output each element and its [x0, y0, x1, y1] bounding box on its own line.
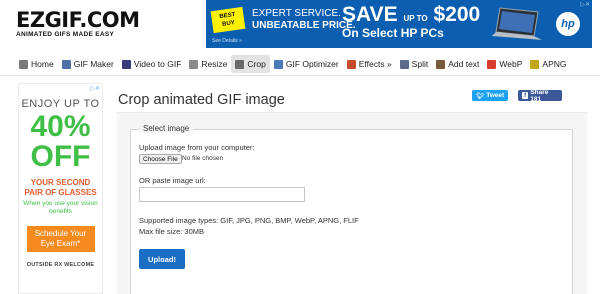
nav-item-video-to-gif[interactable]: Video to GIF [118, 55, 186, 73]
nav-item-split[interactable]: Split [396, 55, 433, 73]
ad-outside-text: OUTSIDE RX WELCOME [26, 262, 95, 268]
page-title: Crop animated GIF image [118, 92, 285, 108]
crop-icon [235, 59, 245, 69]
nav-item-gif-maker[interactable]: GIF Maker [58, 55, 118, 73]
twitter-icon: 🐦︎ [476, 92, 485, 100]
logo-tagline: ANIMATED GIFS MADE EASY [16, 31, 115, 38]
ad-on-select: On Select HP PCs [342, 26, 444, 40]
side-banner-ad[interactable]: ▷✕ ENJOY UP TO 40% OFF YOUR SECOND PAIR … [18, 83, 103, 294]
split-icon [399, 59, 409, 69]
nav-item-apng[interactable]: APNG [526, 55, 570, 73]
nav-item-label: APNG [542, 59, 567, 69]
ad-off: OFF [30, 140, 91, 173]
video-icon [121, 59, 131, 69]
apng-icon [530, 59, 540, 69]
nav-item-label: Home [31, 59, 54, 69]
supported-types-text: Supported image types: GIF, JPG, PNG, BM… [139, 216, 359, 225]
facebook-share-button[interactable]: f Share 181 [518, 88, 562, 103]
ad-pair-line: PAIR OF GLASSES [24, 188, 97, 197]
hp-logo: hp [556, 12, 580, 36]
nav-item-label: GIF Optimizer [285, 59, 339, 69]
nav-item-label: Split [411, 59, 429, 69]
nav-item-home[interactable]: Home [15, 55, 58, 73]
image-url-input[interactable] [139, 187, 305, 202]
upload-panel: Select image [117, 112, 587, 294]
ad-percent: 40% [30, 110, 91, 143]
ad-save-prefix: SAVE [342, 3, 398, 26]
nav-item-label: Resize [201, 59, 228, 69]
add-text-icon [436, 59, 446, 69]
nav-item-label: GIF Maker [73, 59, 114, 69]
nav-item-webp[interactable]: WebP [483, 55, 526, 73]
nav-item-label: WebP [499, 59, 523, 69]
home-icon [19, 59, 28, 69]
no-file-text: No file chosen [182, 155, 224, 162]
nav-item-label: Effects » [358, 59, 392, 69]
ad-choices-icon[interactable]: ▷✕ [580, 1, 590, 8]
ad-line-2: UNBEATABLE PRICE. [252, 20, 356, 31]
nav-item-add-text[interactable]: Add text [432, 55, 483, 73]
ad-message: EXPERT SERVICE. UNBEATABLE PRICE. [252, 8, 356, 32]
ad-your-second: YOUR SECOND PAIR OF GLASSES [19, 178, 102, 198]
webp-icon [487, 59, 497, 69]
upload-label: Upload image from your computer: [139, 143, 255, 152]
select-image-fieldset: Select image [130, 124, 573, 294]
nav-item-resize[interactable]: Resize [185, 55, 231, 73]
max-file-size-text: Max file size: 30MB [139, 227, 205, 236]
resize-icon [189, 59, 199, 69]
ad-line-1: EXPERT SERVICE. [252, 8, 341, 19]
ad-when-text: When you use your vision benefits [23, 200, 98, 215]
nav-divider [0, 75, 600, 76]
best-buy-logo: BEST BUY [210, 6, 246, 34]
site-logo[interactable]: EZGIF.COM ANIMATED GIFS MADE EASY [16, 8, 142, 39]
laptop-image [492, 7, 542, 40]
tweet-label: Tweet [486, 92, 505, 99]
gif-maker-icon [61, 59, 71, 69]
upload-button[interactable]: Upload! [139, 249, 185, 269]
ad-enjoy-text: ENJOY UP TO [21, 98, 100, 110]
top-banner-ad[interactable]: BEST BUY EXPERT SERVICE. UNBEATABLE PRIC… [206, 0, 592, 48]
ad-save-up: UP TO [403, 14, 428, 23]
url-label: OR paste image url: [139, 176, 206, 185]
effects-icon [346, 59, 356, 69]
ad-your-second-line: YOUR SECOND [30, 178, 91, 187]
tweet-button[interactable]: 🐦︎ Tweet [472, 90, 508, 101]
ad-choices-icon[interactable]: ▷✕ [90, 85, 100, 92]
nav-item-crop[interactable]: Crop [231, 55, 270, 73]
share-label: Share 181 [530, 88, 549, 103]
nav-item-label: Video to GIF [133, 59, 182, 69]
nav-item-gif-optimizer[interactable]: GIF Optimizer [270, 55, 343, 73]
nav-item-effects[interactable]: Effects » [343, 55, 396, 73]
ad-details-link[interactable]: See Details » [212, 38, 242, 44]
optimizer-icon [273, 59, 283, 69]
logo-text: EZGIF.COM [16, 8, 140, 32]
ad-save-amount: $200 [433, 3, 481, 26]
choose-file-button[interactable]: Choose File [139, 154, 182, 164]
facebook-icon: f [522, 92, 529, 99]
main-nav: Home GIF Maker Video to GIF Resize Crop GIF O… [15, 55, 586, 73]
fieldset-legend: Select image [139, 124, 194, 133]
ad-schedule-button[interactable]: Schedule Your Eye Exam* [26, 226, 95, 252]
nav-item-label: Add text [448, 59, 480, 69]
nav-item-label: Crop [247, 59, 266, 69]
